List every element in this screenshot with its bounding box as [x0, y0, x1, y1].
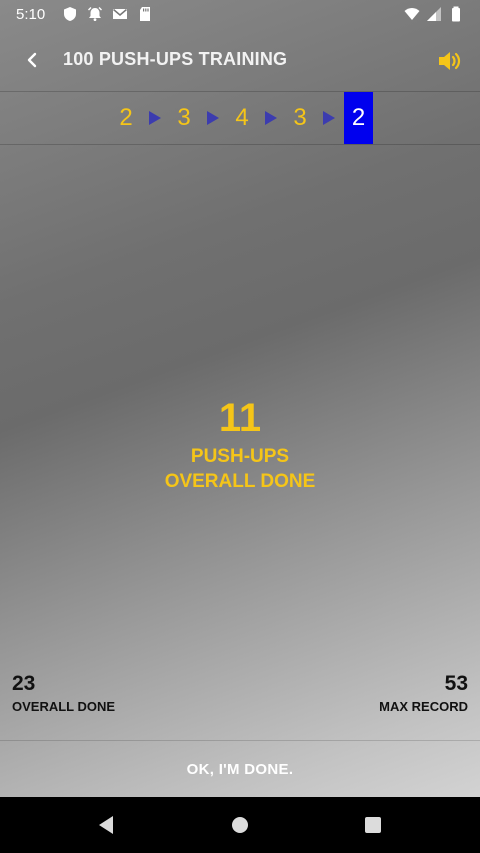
done-bar: OK, I'M DONE.	[0, 740, 480, 798]
nav-home-button[interactable]	[228, 813, 252, 837]
set-5-current: 2	[344, 92, 373, 144]
signal-icon	[427, 7, 441, 21]
nav-back-button[interactable]	[94, 813, 118, 837]
pushups-label-line1: PUSH-UPS	[190, 446, 290, 467]
sd-card-icon	[140, 7, 150, 21]
alarm-icon	[88, 7, 102, 21]
page-title: 100 PUSH-UPS TRAINING	[63, 49, 288, 69]
arrow-right-icon	[314, 92, 344, 144]
system-nav-bar	[0, 797, 480, 853]
set-3: 4	[235, 104, 249, 131]
back-triangle-icon	[99, 816, 113, 834]
max-record-label: MAX RECORD	[379, 699, 468, 714]
sets-progress-bar: 2 3 4 3 2	[0, 91, 480, 145]
set-4: 3	[293, 104, 307, 131]
status-icons-right	[404, 6, 464, 22]
set-1: 2	[119, 104, 133, 131]
arrow-right-icon	[256, 92, 286, 144]
wifi-icon	[404, 8, 420, 20]
status-time: 5:10	[16, 6, 46, 23]
recents-square-icon	[365, 817, 381, 833]
max-record-stat: 53 MAX RECORD	[379, 672, 468, 714]
volume-icon	[439, 52, 461, 70]
home-circle-icon	[232, 817, 248, 833]
set-2: 3	[177, 104, 191, 131]
nav-recents-button[interactable]	[361, 813, 385, 837]
sets-sequence: 2 3 4 3 2	[112, 92, 373, 144]
status-icons-left	[62, 6, 153, 22]
pushups-count: 11	[218, 396, 262, 440]
shield-icon	[64, 7, 76, 21]
battery-icon	[452, 6, 460, 22]
overall-done-stat: 23 OVERALL DONE	[12, 672, 115, 714]
pushups-label-line2: OVERALL DONE	[164, 471, 316, 492]
max-record-value: 53	[444, 672, 468, 695]
arrow-right-icon	[140, 92, 170, 144]
chevron-left-icon	[27, 52, 37, 68]
done-button[interactable]: OK, I'M DONE.	[167, 753, 314, 786]
overall-done-label: OVERALL DONE	[12, 699, 116, 714]
mail-icon	[113, 8, 127, 19]
status-bar: 5:10	[0, 0, 480, 30]
overall-done-value: 23	[12, 672, 36, 695]
arrow-right-icon	[198, 92, 228, 144]
app-toolbar: 100 PUSH-UPS TRAINING	[0, 30, 480, 90]
back-button[interactable]	[16, 44, 48, 76]
sound-toggle-button[interactable]	[434, 46, 464, 76]
pushups-count-label: PUSH-UPS OVERALL DONE	[0, 444, 480, 494]
